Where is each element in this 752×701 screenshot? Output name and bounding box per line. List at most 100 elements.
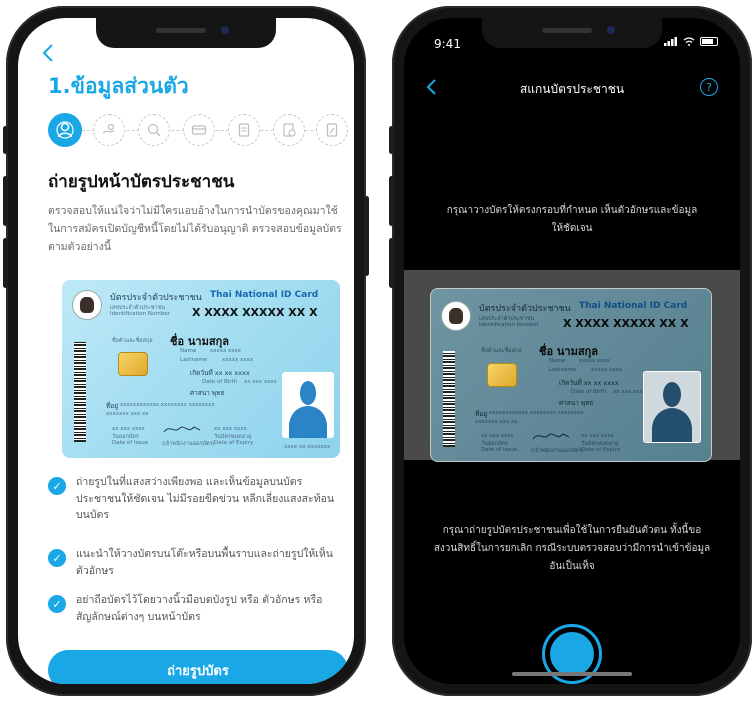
card-dob-th: เกิดวันที่ xx xx xxxx <box>190 369 250 377</box>
check-icon: ✓ <box>48 595 66 613</box>
notch <box>482 18 662 48</box>
notch <box>96 18 276 48</box>
card-title-en: Thai National ID Card <box>210 290 319 300</box>
volume-up-button <box>389 176 394 226</box>
scan-title: สแกนบัตรประชาชน <box>519 82 625 96</box>
card-name-label: ชื่อตัวและชื่อสกุล <box>481 348 522 354</box>
card-lastname-en-label: Lastname <box>549 367 577 373</box>
left-screen: 1.ข้อมูลส่วนตัว ถ่ายรูปหน้าบัตรประชาชน ต… <box>18 18 354 684</box>
card-dob-en-label: Date of Birth <box>571 389 607 395</box>
card-name-en-value: xxxxx xxxx <box>579 358 611 364</box>
page-title: 1.ข้อมูลส่วนตัว <box>48 74 189 98</box>
section-heading: ถ่ายรูปหน้าบัตรประชาชน <box>48 172 235 192</box>
volume-up-button <box>3 176 8 226</box>
card-serial: xxxx-xx-xxxxxxx <box>284 444 331 450</box>
officer-signature <box>163 426 201 433</box>
card-address-label: ที่อยู่ <box>475 410 487 418</box>
card-barcode <box>443 351 455 447</box>
card-address-line2: xxxxxxx xxx xx <box>106 411 149 417</box>
card-address-value: xxxxxxxxxxxx xxxxxxxx xxxxxxxx <box>489 410 584 416</box>
question-icon: ? <box>706 80 712 94</box>
card-issue-en: Date of Issue <box>112 440 149 446</box>
step-2 <box>93 114 125 146</box>
document-edit-icon <box>326 123 338 137</box>
left-phone-frame: 1.ข้อมูลส่วนตัว ถ่ายรูปหน้าบัตรประชาชน ต… <box>3 6 369 696</box>
step-3 <box>138 114 170 146</box>
step-4 <box>183 114 215 146</box>
card-title-en: Thai National ID Card <box>579 301 688 311</box>
step-personal-info <box>48 113 82 147</box>
card-name-en-label: Name <box>180 348 197 354</box>
card-officer-label: (เจ้าพนักงานออกบัตร) <box>162 441 215 447</box>
card-address-label: ที่อยู่ <box>106 402 118 410</box>
card-religion: ศาสนา พุทธ <box>559 399 594 407</box>
card-dob-en-value: xx xxx xxxx <box>244 379 277 385</box>
card-expiry-value: xx xxx xxxx <box>581 433 614 439</box>
step-progress <box>48 113 348 150</box>
tip-text: ถ่ายรูปในที่แสงสว่างเพียงพอ และเห็นข้อมู… <box>76 476 335 521</box>
scan-note: กรุณาถ่ายรูปบัตรประชาชนเพื่อใช้ในการยืนย… <box>433 525 711 572</box>
card-lastname-en-value: xxxxx xxxx <box>591 367 623 373</box>
document-check-icon <box>283 123 296 137</box>
card-issue-en: Date of Issue <box>481 447 518 453</box>
power-button <box>364 196 369 276</box>
garuda-seal-icon <box>72 290 102 320</box>
help-button[interactable]: ? <box>700 78 718 96</box>
card-expiry-en: Date of Expiry <box>581 447 621 453</box>
status-time: 9:41 <box>434 37 461 51</box>
card-id-number: X XXXX XXXXX XX X <box>192 306 318 319</box>
mute-switch <box>3 126 8 154</box>
section-description: ตรวจสอบให้แน่ใจว่าไม่มีใครแอบอ้างในการนำ… <box>48 205 342 253</box>
back-button[interactable] <box>42 44 54 67</box>
check-icon: ✓ <box>48 549 66 567</box>
step-5 <box>228 114 260 146</box>
card-lastname-en-value: xxxxx xxxx <box>222 357 254 363</box>
card-dob-en-value: xx xxx xxxx <box>613 389 646 395</box>
card-photo-placeholder <box>643 371 701 443</box>
card-name-label: ชื่อตัวและชื่อสกุล <box>112 338 153 344</box>
card-dob-th: เกิดวันที่ xx xx xxxx <box>559 379 619 387</box>
card-address-value: xxxxxxxxxxxx xxxxxxxx xxxxxxxx <box>120 402 215 408</box>
card-dob-en-label: Date of Birth <box>202 379 238 385</box>
chevron-left-icon <box>42 44 53 62</box>
tip-item-3: ✓ อย่าถือบัตรไว้โดยวางนิ้วมือบดบังรูป หร… <box>48 592 348 628</box>
card-expiry-value: xx xxx xxxx <box>214 426 247 432</box>
wifi-icon <box>683 37 695 46</box>
garuda-seal-icon <box>441 301 471 331</box>
card-title-th: บัตรประจำตัวประชาชน <box>479 304 571 314</box>
signal-icon <box>664 37 677 46</box>
card-barcode <box>74 342 86 442</box>
card-id-number: X XXXX XXXXX XX X <box>563 317 689 330</box>
card-expiry-en: Date of Expiry <box>214 440 254 446</box>
card-address-line2: xxxxxxx xxx xx <box>475 419 518 425</box>
card-religion: ศาสนา พุทธ <box>190 389 225 397</box>
card-officer-label: (เจ้าพนักงานออกบัตร) <box>531 448 584 454</box>
step-6 <box>273 114 305 146</box>
scanned-id-card: บัตรประจำตัวประชาชน Thai National ID Car… <box>430 288 712 462</box>
document-icon <box>238 123 250 137</box>
step-7 <box>316 114 348 146</box>
take-card-photo-button[interactable]: ถ่ายรูปบัตร <box>48 650 348 684</box>
check-icon: ✓ <box>48 477 66 495</box>
volume-down-button <box>3 238 8 288</box>
hand-money-icon <box>102 123 115 134</box>
volume-down-button <box>389 238 394 288</box>
right-phone-frame: 9:41 สแกนบัตรประชาชน ? กรุณาวางบัตรให้ตร… <box>389 6 752 696</box>
card-issue-value: xx xxx xxxx <box>112 426 145 432</box>
card-photo-placeholder <box>282 372 334 438</box>
card-name-en-value: xxxxx xxxx <box>210 348 242 354</box>
coin-search-icon <box>147 123 161 137</box>
status-icons <box>664 37 718 46</box>
right-screen: 9:41 สแกนบัตรประชาชน ? กรุณาวางบัตรให้ตร… <box>404 18 740 684</box>
battery-icon <box>700 37 718 46</box>
card-title-th: บัตรประจำตัวประชาชน <box>110 293 202 303</box>
card-chip <box>118 352 148 376</box>
home-indicator <box>512 672 632 676</box>
person-icon <box>56 121 74 139</box>
card-id-label-en: Identification Number <box>479 322 539 328</box>
tip-text: แนะนำให้วางบัตรบนโต๊ะหรือบนพื้นราบและถ่า… <box>76 548 333 577</box>
officer-signature <box>532 433 570 440</box>
tip-text: อย่าถือบัตรไว้โดยวางนิ้วมือบดบังรูป หรือ… <box>76 594 323 623</box>
shutter-inner <box>550 632 594 676</box>
card-name-en-label: Name <box>549 358 566 364</box>
